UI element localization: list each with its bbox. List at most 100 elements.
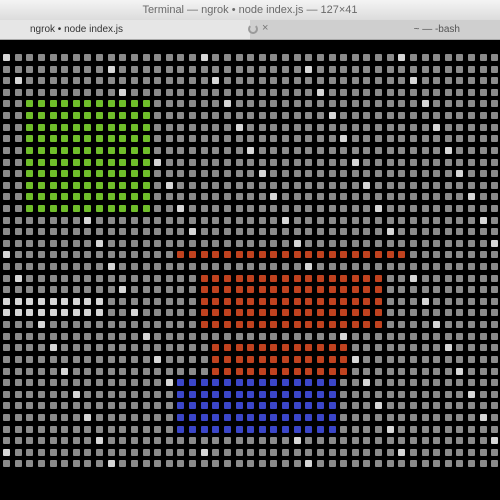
grid-cell (317, 309, 324, 316)
grid-cell (201, 170, 208, 177)
window-titlebar[interactable]: Terminal — ngrok • node index.js — 127×4… (0, 0, 500, 21)
grid-cell (282, 182, 289, 189)
grid-cell (177, 391, 184, 398)
grid-cell (433, 100, 440, 107)
grid-cell (387, 414, 394, 421)
grid-cell (166, 309, 173, 316)
grid-cell (305, 298, 312, 305)
grid-cell (410, 309, 417, 316)
tab-ngrok[interactable]: ngrok • node index.js (0, 20, 250, 39)
grid-cell (96, 89, 103, 96)
grid-cell (259, 379, 266, 386)
grid-cell (305, 263, 312, 270)
grid-cell (282, 321, 289, 328)
grid-cell (38, 193, 45, 200)
grid-cell (177, 333, 184, 340)
grid-cell (201, 321, 208, 328)
grid-cell (422, 112, 429, 119)
grid-cell (189, 54, 196, 61)
grid-cell (468, 228, 475, 235)
grid-cell (61, 124, 68, 131)
terminal-output[interactable] (0, 40, 500, 500)
grid-cell (433, 147, 440, 154)
grid-cell (50, 275, 57, 282)
grid-cell (363, 147, 370, 154)
grid-cell (363, 414, 370, 421)
grid-cell (398, 275, 405, 282)
grid-cell (154, 159, 161, 166)
grid-cell (398, 402, 405, 409)
grid-cell (84, 66, 91, 73)
grid-cell (456, 124, 463, 131)
grid-cell (329, 100, 336, 107)
grid-cell (166, 217, 173, 224)
grid-cell (305, 251, 312, 258)
grid-cell (166, 159, 173, 166)
grid-cell (305, 460, 312, 467)
grid-cell (329, 356, 336, 363)
grid-cell (73, 77, 80, 84)
grid-cell (456, 286, 463, 293)
tab-bash[interactable]: ~ — -bash (250, 20, 500, 39)
grid-cell (445, 217, 452, 224)
grid-cell (50, 426, 57, 433)
grid-cell (468, 437, 475, 444)
grid-cell (3, 205, 10, 212)
grid-cell (212, 426, 219, 433)
grid-cell (236, 193, 243, 200)
grid-cell (305, 205, 312, 212)
grid-cell (3, 100, 10, 107)
grid-cell (352, 437, 359, 444)
grid-cell (154, 356, 161, 363)
grid-cell (491, 344, 498, 351)
grid-cell (61, 309, 68, 316)
grid-cell (50, 217, 57, 224)
grid-cell (352, 135, 359, 142)
grid-cell (26, 217, 33, 224)
grid-cell (224, 77, 231, 84)
grid-cell (224, 426, 231, 433)
grid-cell (433, 426, 440, 433)
grid-cell (143, 54, 150, 61)
grid-cell (224, 263, 231, 270)
grid-cell (456, 240, 463, 247)
grid-cell (352, 89, 359, 96)
grid-cell (201, 89, 208, 96)
grid-cell (410, 147, 417, 154)
grid-cell (398, 240, 405, 247)
grid-cell (282, 379, 289, 386)
grid-cell (456, 182, 463, 189)
grid-cell (491, 112, 498, 119)
grid-cell (491, 402, 498, 409)
grid-cell (259, 263, 266, 270)
grid-cell (491, 135, 498, 142)
grid-cell (201, 356, 208, 363)
grid-cell (270, 275, 277, 282)
grid-cell (305, 309, 312, 316)
grid-cell (177, 240, 184, 247)
grid-cell (375, 402, 382, 409)
grid-cell (26, 414, 33, 421)
grid-cell (305, 159, 312, 166)
grid-cell (317, 321, 324, 328)
grid-cell (340, 89, 347, 96)
grid-cell (3, 286, 10, 293)
grid-cell (84, 309, 91, 316)
grid-cell (294, 356, 301, 363)
grid-cell (398, 251, 405, 258)
grid-cell (224, 333, 231, 340)
grid-cell (305, 402, 312, 409)
grid-cell (212, 66, 219, 73)
grid-cell (38, 112, 45, 119)
grid-cell (224, 217, 231, 224)
grid-cell (375, 77, 382, 84)
grid-cell (61, 54, 68, 61)
grid-cell (73, 263, 80, 270)
grid-cell (352, 205, 359, 212)
grid-cell (270, 379, 277, 386)
grid-cell (38, 135, 45, 142)
grid-cell (480, 275, 487, 282)
grid-cell (154, 298, 161, 305)
grid-cell (15, 263, 22, 270)
grid-cell (340, 356, 347, 363)
